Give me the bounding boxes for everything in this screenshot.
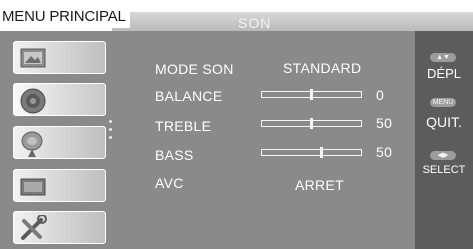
sidebar-item-setup[interactable] <box>13 211 106 244</box>
mode-son-value[interactable]: STANDARD <box>283 60 361 76</box>
help-quit-label: QUIT. <box>426 114 462 130</box>
section-title: SON <box>238 15 272 31</box>
picture-icon <box>20 48 46 68</box>
treble-value: 50 <box>376 115 393 131</box>
sidebar-item-sound[interactable] <box>13 83 106 116</box>
help-move-label: DÉPL <box>427 66 461 81</box>
avc-label: AVC <box>155 175 184 191</box>
treble-slider[interactable] <box>261 118 362 129</box>
bass-slider[interactable] <box>261 147 362 158</box>
header-bar <box>112 12 473 32</box>
tv-icon <box>20 178 46 196</box>
menu-title: MENU PRINCIPAL <box>2 8 126 25</box>
balance-slider-thumb[interactable] <box>310 89 313 100</box>
bass-label: BASS <box>155 147 194 163</box>
bass-value: 50 <box>376 144 393 160</box>
menu-key-label: MENU <box>432 99 454 106</box>
help-select-label: SELECT <box>422 164 466 176</box>
balance-label: BALANCE <box>155 88 223 104</box>
help-panel: ▲▼ DÉPL MENU QUIT. ◀▶ SELECT <box>415 31 473 249</box>
up-down-arrows-icon: ▲▼ <box>430 53 456 62</box>
satellite-dish-icon <box>21 131 43 157</box>
balance-slider[interactable] <box>261 89 362 100</box>
mode-son-label: MODE SON <box>155 61 234 77</box>
sidebar-item-picture[interactable] <box>13 41 106 74</box>
sidebar-item-channel[interactable] <box>13 126 106 159</box>
treble-label: TREBLE <box>155 118 212 134</box>
sidebar <box>0 31 112 249</box>
sidebar-item-function[interactable] <box>13 169 106 202</box>
header-title-area: MENU PRINCIPAL <box>0 0 130 28</box>
tools-icon <box>21 215 47 240</box>
speaker-icon <box>20 88 46 114</box>
tv-osd-menu: MENU PRINCIPAL SON MODE SON STANDARD BAL… <box>0 0 473 249</box>
menu-key-icon: MENU <box>430 98 456 107</box>
sound-settings-panel: MODE SON STANDARD BALANCE 0 TREBLE 50 BA… <box>112 31 415 249</box>
left-right-arrows-icon: ◀▶ <box>430 151 456 160</box>
bass-slider-thumb[interactable] <box>320 147 323 158</box>
balance-value: 0 <box>376 87 385 103</box>
avc-value[interactable]: ARRET <box>295 177 344 193</box>
treble-slider-thumb[interactable] <box>310 118 313 129</box>
